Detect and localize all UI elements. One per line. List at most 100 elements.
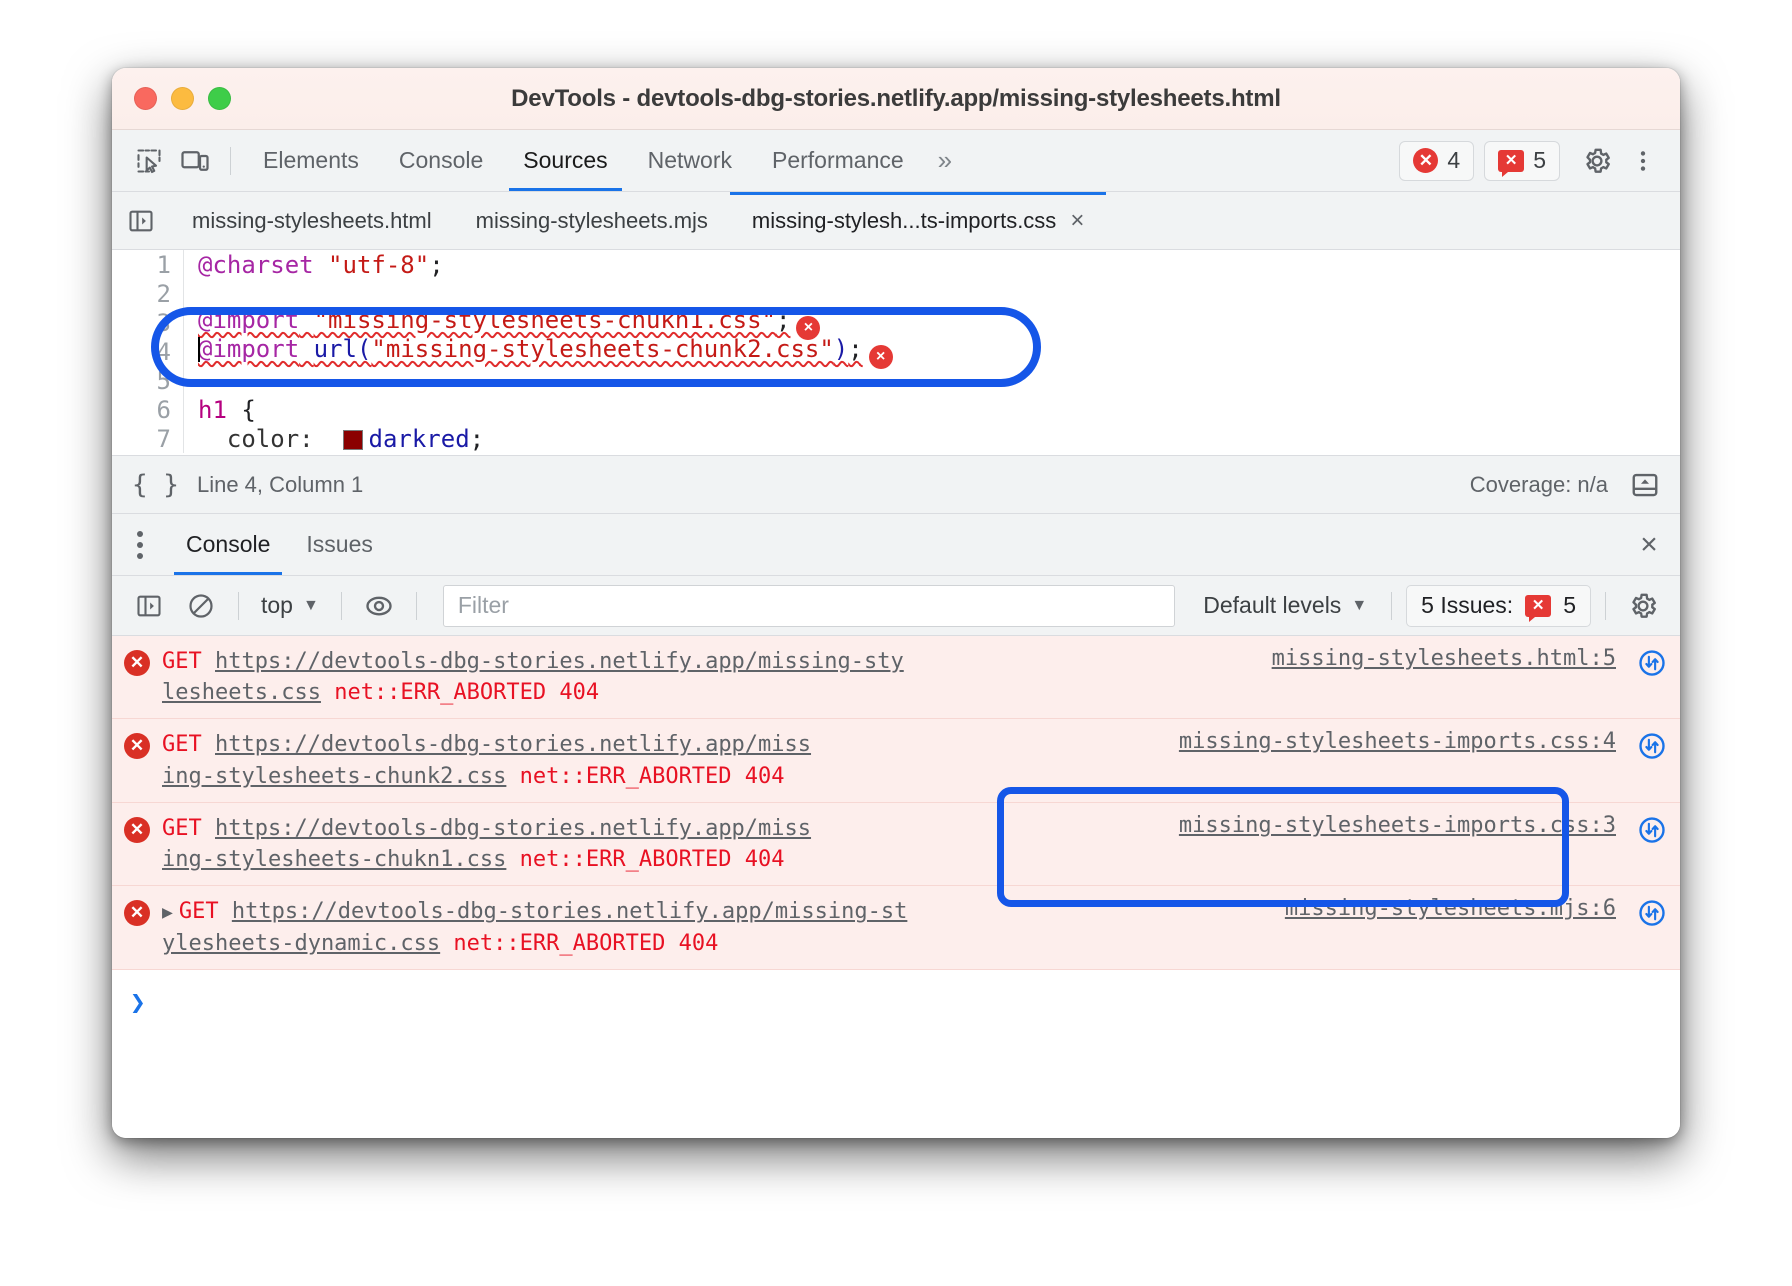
file-tab-missing-stylesheets-imports-css[interactable]: missing-stylesh...ts-imports.css ×: [729, 192, 1107, 249]
network-request-icon[interactable]: [1624, 646, 1680, 678]
minimize-window-button[interactable]: [171, 87, 194, 110]
gear-icon[interactable]: [1620, 584, 1666, 628]
inspect-element-icon[interactable]: [126, 138, 172, 184]
execution-context-selector[interactable]: top ▼: [253, 592, 327, 619]
request-url[interactable]: https://devtools-dbg-stories.netlify.app…: [215, 732, 811, 757]
tab-network[interactable]: Network: [628, 130, 752, 191]
issues-count-badge[interactable]: ✕ 5: [1484, 140, 1560, 181]
request-url[interactable]: https://devtools-dbg-stories.netlify.app…: [232, 899, 908, 924]
error-icon-cell: ✕: [112, 646, 162, 676]
tab-elements[interactable]: Elements: [243, 130, 379, 191]
toolbar-divider: [1605, 591, 1606, 620]
http-method: GET: [178, 899, 219, 925]
string-token: "utf-8": [328, 250, 430, 279]
chevron-down-icon: ▼: [302, 596, 319, 614]
device-toolbar-icon[interactable]: [172, 138, 218, 184]
expand-arrow-icon[interactable]: ▶: [162, 902, 173, 923]
devtools-window: DevTools - devtools-dbg-stories.netlify.…: [112, 68, 1680, 1138]
request-url[interactable]: https://devtools-dbg-stories.netlify.app…: [215, 649, 904, 674]
code-line-1: 1 @charset "utf-8";: [112, 250, 1680, 279]
drawer-tab-console[interactable]: Console: [168, 514, 288, 575]
close-icon[interactable]: ×: [1070, 208, 1084, 233]
drawer-spacer: [391, 514, 1618, 575]
show-navigator-icon[interactable]: [112, 192, 170, 249]
console-message-list[interactable]: ✕ GET https://devtools-dbg-stories.netli…: [112, 636, 1680, 1138]
request-url-cont[interactable]: lesheets.css: [162, 680, 321, 705]
color-swatch[interactable]: [342, 429, 363, 450]
console-message-row[interactable]: ✕ GET https://devtools-dbg-stories.netli…: [112, 636, 1680, 720]
zoom-window-button[interactable]: [208, 87, 231, 110]
error-icon-cell: ✕: [112, 729, 162, 760]
code-line-6: 6 h1 {: [112, 395, 1680, 424]
error-circle-icon: ✕: [124, 650, 150, 676]
request-url-cont[interactable]: ylesheets-dynamic.css: [162, 931, 440, 956]
console-message-text: ▶ GET https://devtools-dbg-stories.netlif…: [162, 896, 1124, 958]
error-icon-cell: ✕: [112, 813, 162, 843]
kebab-menu-icon[interactable]: [1620, 138, 1666, 184]
console-message-row[interactable]: ✕ GET https://devtools-dbg-stories.netli…: [112, 719, 1680, 803]
message-source-link[interactable]: missing-stylesheets.html:5: [1124, 646, 1624, 671]
semicolon-token: ;: [429, 250, 444, 279]
tab-performance[interactable]: Performance: [752, 130, 924, 191]
error-circle-icon: ✕: [124, 733, 150, 760]
at-rule-token: @import: [198, 334, 300, 363]
request-url-cont[interactable]: ing-stylesheets-chukn1.css: [162, 847, 506, 872]
network-request-icon[interactable]: [1624, 896, 1680, 928]
drawer-tab-bar: Console Issues ×: [112, 514, 1680, 576]
issues-button[interactable]: 5 Issues: ✕ 5: [1406, 584, 1591, 627]
semicolon-token: ;: [848, 334, 863, 363]
source-code-editor[interactable]: 1 @charset "utf-8"; 2 3 @import "missing…: [112, 250, 1680, 456]
eye-icon[interactable]: [356, 584, 402, 628]
file-tab-missing-stylesheets-html[interactable]: missing-stylesheets.html: [170, 192, 454, 249]
value-token: darkred: [368, 424, 470, 453]
screenshot-root: DevTools - devtools-dbg-stories.netlify.…: [0, 0, 1792, 1286]
editor-status-bar: { } Line 4, Column 1 Coverage: n/a: [112, 456, 1680, 514]
error-text: net::ERR_ABORTED 404: [519, 763, 785, 789]
log-levels-label: Default levels: [1203, 592, 1342, 618]
close-window-button[interactable]: [134, 87, 157, 110]
request-url[interactable]: https://devtools-dbg-stories.netlify.app…: [215, 816, 811, 841]
code-line-7: 7 color: darkred;: [112, 424, 1680, 453]
paren-close: ): [833, 334, 849, 363]
close-icon[interactable]: ×: [1618, 514, 1680, 575]
drawer-tab-issues[interactable]: Issues: [288, 514, 390, 575]
message-source-link[interactable]: missing-stylesheets-imports.css:4: [1124, 729, 1624, 754]
more-panels-chevron-icon[interactable]: »: [924, 145, 964, 176]
issue-bubble-icon: ✕: [1498, 149, 1525, 177]
error-circle-icon: ✕: [124, 900, 150, 927]
pretty-print-icon[interactable]: { }: [132, 470, 179, 500]
file-tab-missing-stylesheets-mjs[interactable]: missing-stylesheets.mjs: [454, 192, 730, 249]
log-levels-selector[interactable]: Default levels ▼: [1193, 592, 1377, 619]
semicolon-token: ;: [469, 424, 485, 453]
inline-error-icon[interactable]: ×: [868, 344, 893, 369]
toggle-drawer-icon[interactable]: [1630, 470, 1660, 500]
console-message-row[interactable]: ✕ ▶ GET https://devtools-dbg-stories.netl…: [112, 886, 1680, 970]
error-text: net::ERR_ABORTED 404: [519, 847, 785, 873]
network-request-icon[interactable]: [1624, 729, 1680, 761]
tab-console[interactable]: Console: [379, 130, 503, 191]
error-count-badge[interactable]: ✕ 4: [1399, 140, 1475, 181]
code-line-content: @charset "utf-8";: [184, 251, 444, 279]
semicolon-token: ;: [775, 305, 791, 334]
clear-console-icon[interactable]: [178, 584, 224, 628]
devtools-main-toolbar: Elements Console Sources Network Perform…: [112, 130, 1680, 192]
window-titlebar: DevTools - devtools-dbg-stories.netlify.…: [112, 68, 1680, 130]
toolbar-divider: [415, 591, 417, 620]
console-prompt[interactable]: ❯: [112, 969, 1680, 1036]
filter-input[interactable]: Filter: [442, 584, 1176, 627]
gear-icon[interactable]: [1574, 138, 1620, 184]
chevron-down-icon: ▼: [1351, 596, 1368, 614]
message-source-link[interactable]: missing-stylesheets-imports.css:3: [1124, 813, 1624, 838]
network-request-icon[interactable]: [1624, 813, 1680, 845]
prompt-arrow-icon: ❯: [130, 987, 146, 1018]
tab-sources[interactable]: Sources: [503, 130, 627, 191]
toolbar-divider: [238, 591, 239, 620]
property-token: color:: [198, 424, 343, 453]
text-caret: [198, 336, 200, 362]
console-sidebar-icon[interactable]: [126, 584, 172, 628]
message-source-link[interactable]: missing-stylesheets.mjs:6: [1124, 896, 1624, 921]
request-url-cont[interactable]: ing-stylesheets-chunk2.css: [162, 764, 506, 789]
console-message-row[interactable]: ✕ GET https://devtools-dbg-stories.netli…: [112, 802, 1680, 887]
kebab-menu-icon[interactable]: [112, 514, 168, 575]
